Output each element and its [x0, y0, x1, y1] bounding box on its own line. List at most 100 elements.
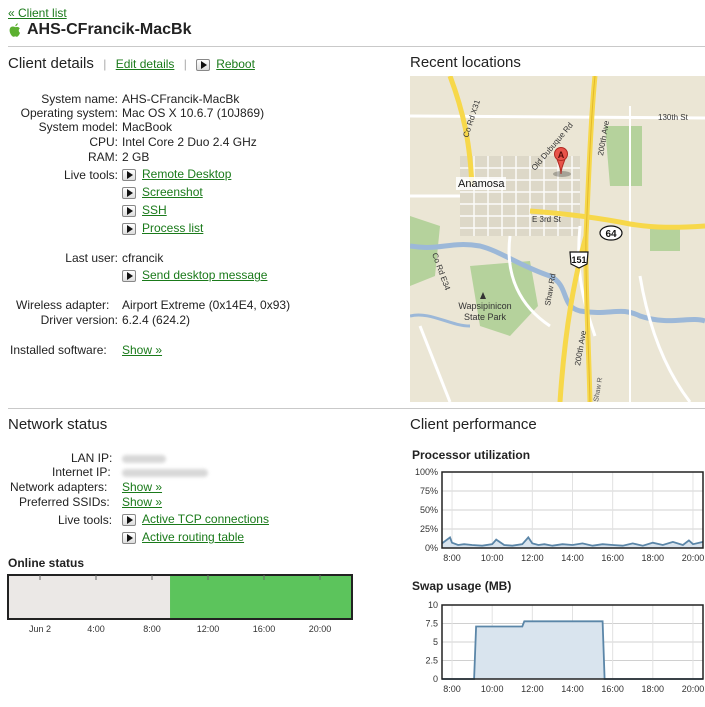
x-tick-label: 12:00	[521, 553, 544, 563]
internet-ip-value	[122, 465, 208, 479]
client-title: AHS-CFrancik-MacBk	[8, 21, 191, 39]
active-routing-table[interactable]: Active routing table	[122, 530, 244, 544]
location-map[interactable]: 64 151 130th St 200th Ave Old Dubuque Rd…	[410, 76, 705, 402]
x-tick-label: 20:00	[682, 684, 705, 694]
x-tick-label: 10:00	[481, 684, 504, 694]
live-tool-screenshot[interactable]: Screenshot	[122, 185, 203, 199]
live-tool-ssh[interactable]: SSH	[122, 203, 167, 217]
swap-usage-chart: 10 7.5 5 2.5 0 8:00 10:00 12:00 14:00 16:00 18:00 2…	[425, 600, 705, 694]
active-tcp-connections[interactable]: Active TCP connections	[122, 512, 269, 526]
play-icon[interactable]	[122, 222, 136, 235]
play-icon[interactable]	[122, 186, 136, 199]
map-canvas[interactable]: 64 151 130th St 200th Ave Old Dubuque Rd…	[410, 76, 705, 402]
separator: |	[103, 57, 107, 71]
x-tick-label: 14:00	[561, 553, 584, 563]
svg-text:E 3rd St: E 3rd St	[532, 215, 562, 224]
last-user-value: cfrancik	[122, 251, 164, 265]
play-icon[interactable]	[122, 513, 136, 526]
online-tick-label: 20:00	[309, 624, 332, 634]
x-tick-label: 18:00	[642, 684, 665, 694]
active-tcp-connections-link[interactable]: Active TCP connections	[142, 512, 269, 526]
preferred-ssids-link[interactable]: Show »	[122, 495, 162, 509]
cpu-value: Intel Core 2 Duo 2.4 GHz	[122, 135, 257, 149]
live-tools-label: Live tools:	[63, 168, 118, 182]
svg-text:A: A	[558, 150, 565, 160]
y-tick-label: 0	[433, 674, 438, 684]
send-desktop-message-link[interactable]: Send desktop message	[142, 268, 267, 282]
x-tick-label: 8:00	[443, 684, 461, 694]
svg-text:State Park: State Park	[464, 312, 507, 322]
lan-ip-label: LAN IP:	[71, 451, 113, 465]
y-tick-label: 2.5	[425, 656, 438, 666]
x-tick-label: 10:00	[481, 553, 504, 563]
section-divider	[8, 408, 705, 409]
live-tool-process-list[interactable]: Process list	[122, 221, 203, 235]
x-tick-label: 14:00	[561, 684, 584, 694]
x-tick-label: 18:00	[642, 553, 665, 563]
network-status-title: Network status	[8, 416, 108, 433]
svg-text:151: 151	[571, 255, 586, 265]
os-value: Mac OS X 10.6.7 (10J869)	[122, 106, 265, 120]
network-adapters-label: Network adapters:	[10, 480, 108, 494]
y-tick-label: 100%	[415, 467, 438, 477]
installed-software-link[interactable]: Show »	[122, 343, 162, 357]
lan-ip-value	[122, 451, 166, 465]
client-details-title: Client details	[8, 55, 94, 72]
process-list-link[interactable]: Process list	[142, 221, 203, 235]
processor-utilization-chart: 100% 75% 50% 25% 0% 8:00 10:00 12:00 14:00 16:00 1…	[415, 467, 705, 563]
play-icon[interactable]	[122, 531, 136, 544]
screenshot-link[interactable]: Screenshot	[142, 185, 203, 199]
y-tick-label: 25%	[420, 524, 438, 534]
system-name-label: System name:	[41, 92, 118, 106]
x-tick-label: 8:00	[443, 553, 461, 563]
svg-text:64: 64	[605, 229, 617, 240]
edit-details-link[interactable]: Edit details	[116, 57, 175, 71]
live-tool-remote-desktop[interactable]: Remote Desktop	[122, 167, 231, 181]
client-performance-title: Client performance	[410, 416, 537, 433]
online-tick-label: 8:00	[143, 624, 161, 634]
internet-ip-label: Internet IP:	[52, 465, 111, 479]
svg-text:Wapsipinicon: Wapsipinicon	[458, 301, 511, 311]
driver-label: Driver version:	[40, 313, 118, 327]
svg-text:Anamosa: Anamosa	[458, 178, 505, 190]
x-tick-label: 16:00	[601, 553, 624, 563]
play-icon[interactable]	[122, 168, 136, 181]
svg-text:130th St: 130th St	[658, 113, 689, 122]
apple-icon	[9, 23, 21, 37]
system-name-value: AHS-CFrancik-MacBk	[122, 92, 240, 106]
reboot-button-icon[interactable]	[196, 58, 211, 71]
cpu-label: CPU:	[89, 135, 118, 149]
driver-value: 6.2.4 (624.2)	[122, 313, 191, 327]
client-name: AHS-CFrancik-MacBk	[27, 21, 192, 38]
swap-usage-title: Swap usage (MB)	[412, 579, 512, 593]
header-divider	[8, 46, 705, 47]
y-tick-label: 0%	[425, 543, 438, 553]
client-details-header: Client details | Edit details | Reboot	[8, 55, 255, 73]
play-icon[interactable]	[122, 204, 136, 217]
y-tick-label: 75%	[420, 486, 438, 496]
online-status-title: Online status	[8, 556, 85, 570]
y-tick-label: 10	[428, 600, 438, 610]
reboot-link[interactable]: Reboot	[216, 57, 255, 71]
recent-locations-title: Recent locations	[410, 54, 521, 71]
ssh-link[interactable]: SSH	[142, 203, 167, 217]
send-desktop-message[interactable]: Send desktop message	[122, 268, 267, 282]
remote-desktop-link[interactable]: Remote Desktop	[142, 167, 231, 181]
wireless-label: Wireless adapter:	[16, 298, 110, 312]
online-tick-label: 4:00	[87, 624, 105, 634]
online-tick-label: Jun 2	[29, 624, 51, 634]
x-tick-label: 12:00	[521, 684, 544, 694]
network-adapters-link[interactable]: Show »	[122, 480, 162, 494]
x-tick-label: 20:00	[682, 553, 705, 563]
separator: |	[183, 57, 187, 71]
client-list-link[interactable]: « Client list	[8, 6, 67, 20]
preferred-ssids-label: Preferred SSIDs:	[19, 495, 110, 509]
online-tick-label: 12:00	[197, 624, 220, 634]
wireless-value: Airport Extreme (0x14E4, 0x93)	[122, 298, 291, 312]
active-routing-table-link[interactable]: Active routing table	[142, 530, 244, 544]
os-label: Operating system:	[20, 106, 118, 120]
play-icon[interactable]	[122, 269, 136, 282]
processor-utilization-title: Processor utilization	[412, 448, 531, 462]
y-tick-label: 7.5	[425, 619, 438, 629]
y-tick-label: 5	[433, 637, 438, 647]
